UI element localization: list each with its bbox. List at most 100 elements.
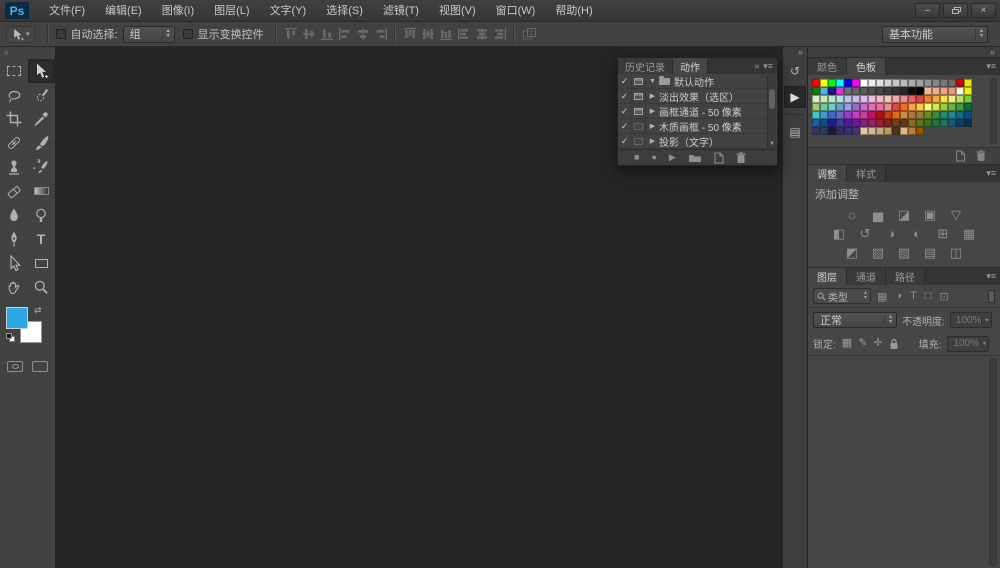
- swatch[interactable]: [828, 95, 836, 103]
- auto-select-dropdown[interactable]: 组 ▴▾: [123, 26, 175, 43]
- align-vertical-centers-icon[interactable]: [302, 27, 316, 41]
- align-horizontal-centers-icon[interactable]: [356, 27, 370, 41]
- swatch[interactable]: [844, 95, 852, 103]
- swatch[interactable]: [940, 79, 948, 87]
- menu-item-3[interactable]: 图层(L): [204, 0, 259, 22]
- swatch[interactable]: [836, 79, 844, 87]
- swatch[interactable]: [828, 103, 836, 111]
- hue-saturation-icon[interactable]: ◧: [829, 226, 849, 242]
- swatch[interactable]: [956, 119, 964, 127]
- action-dialog-toggle[interactable]: [632, 74, 646, 88]
- swatch[interactable]: [860, 127, 868, 135]
- strip-expand-toggle[interactable]: »: [798, 47, 807, 58]
- zoom-tool[interactable]: [28, 275, 55, 299]
- swatch[interactable]: [956, 111, 964, 119]
- history-panel-icon[interactable]: ↺: [784, 60, 806, 82]
- filter-pixel-layers-icon[interactable]: ▦: [877, 290, 887, 303]
- swatch[interactable]: [924, 103, 932, 111]
- swatch[interactable]: [868, 119, 876, 127]
- layer-filter-type-dropdown[interactable]: 类型 ▴▾: [813, 288, 871, 304]
- swatch[interactable]: [844, 119, 852, 127]
- swatch[interactable]: [940, 111, 948, 119]
- spot-healing-brush-tool[interactable]: [1, 131, 28, 155]
- swatch[interactable]: [876, 111, 884, 119]
- dodge-tool[interactable]: [28, 203, 55, 227]
- swatch[interactable]: [844, 127, 852, 135]
- color-lookup-icon[interactable]: ▦: [959, 226, 979, 242]
- swatch[interactable]: [916, 111, 924, 119]
- swatch[interactable]: [892, 79, 900, 87]
- crop-tool[interactable]: [1, 107, 28, 131]
- scroll-down-icon[interactable]: ▼: [768, 141, 776, 147]
- swatch[interactable]: [852, 103, 860, 111]
- fill-field[interactable]: 100% ▾: [947, 336, 989, 352]
- layer-filter-toggle[interactable]: [988, 290, 995, 303]
- properties-panel-icon[interactable]: ▤: [784, 121, 806, 143]
- move-tool[interactable]: [28, 59, 55, 83]
- swatch[interactable]: [860, 95, 868, 103]
- swatch[interactable]: [820, 119, 828, 127]
- distribute-top-edges-icon[interactable]: [403, 27, 417, 41]
- rectangular-marquee-tool[interactable]: [1, 59, 28, 83]
- clone-stamp-tool[interactable]: [1, 155, 28, 179]
- blur-tool[interactable]: [1, 203, 28, 227]
- swatch[interactable]: [812, 127, 820, 135]
- swatch[interactable]: [844, 79, 852, 87]
- tab-layers[interactable]: 图层: [808, 268, 847, 285]
- swatch[interactable]: [924, 95, 932, 103]
- tab-paths[interactable]: 路径: [886, 268, 925, 285]
- swatch[interactable]: [820, 87, 828, 95]
- swatch[interactable]: [868, 79, 876, 87]
- swatch[interactable]: [852, 111, 860, 119]
- swatch[interactable]: [876, 103, 884, 111]
- action-toggle-check[interactable]: ✓: [618, 89, 632, 103]
- swatch[interactable]: [860, 119, 868, 127]
- swatch[interactable]: [964, 79, 972, 87]
- delete-swatch-icon[interactable]: [976, 150, 986, 162]
- swatch[interactable]: [876, 95, 884, 103]
- swatch[interactable]: [908, 111, 916, 119]
- swap-colors-icon[interactable]: ⇄: [34, 305, 42, 316]
- filter-adjustment-layers-icon[interactable]: ◑: [895, 290, 902, 303]
- distribute-bottom-edges-icon[interactable]: [439, 27, 453, 41]
- swatch[interactable]: [932, 103, 940, 111]
- swatch[interactable]: [828, 127, 836, 135]
- distribute-right-edges-icon[interactable]: [493, 27, 507, 41]
- photo-filter-icon[interactable]: ◐: [907, 226, 927, 242]
- tab-adjustments[interactable]: 调整: [808, 165, 847, 182]
- align-top-edges-icon[interactable]: [284, 27, 298, 41]
- action-row[interactable]: ✓▼默认动作: [618, 74, 777, 89]
- align-left-edges-icon[interactable]: [338, 27, 352, 41]
- swatch[interactable]: [940, 87, 948, 95]
- panel-menu-icon[interactable]: ▾≡: [986, 61, 996, 72]
- restore-button[interactable]: [943, 3, 968, 18]
- swatch[interactable]: [868, 103, 876, 111]
- swatch[interactable]: [812, 87, 820, 95]
- horizontal-type-tool[interactable]: T: [28, 227, 55, 251]
- lock-transparent-pixels-icon[interactable]: ▦: [842, 338, 852, 349]
- new-swatch-icon[interactable]: [955, 150, 966, 162]
- tab-color[interactable]: 颜色: [808, 58, 847, 75]
- swatch[interactable]: [892, 111, 900, 119]
- quick-selection-tool[interactable]: [28, 83, 55, 107]
- selective-color-icon[interactable]: ▤: [920, 245, 940, 261]
- action-row[interactable]: ✓▶投影（文字）: [618, 134, 777, 149]
- swatch[interactable]: [812, 103, 820, 111]
- swatch[interactable]: [932, 79, 940, 87]
- gradient-tool[interactable]: [28, 179, 55, 203]
- brightness-contrast-icon[interactable]: ☼: [842, 207, 862, 223]
- swatch[interactable]: [964, 111, 972, 119]
- swatch[interactable]: [828, 111, 836, 119]
- swatch[interactable]: [924, 119, 932, 127]
- distribute-horizontal-centers-icon[interactable]: [475, 27, 489, 41]
- action-row[interactable]: ✓▶木质画框 - 50 像素: [618, 119, 777, 134]
- swatch[interactable]: [964, 119, 972, 127]
- swatch[interactable]: [916, 79, 924, 87]
- layers-content[interactable]: [808, 356, 1000, 568]
- action-toggle-check[interactable]: ✓: [618, 134, 632, 148]
- action-toggle-check[interactable]: ✓: [618, 119, 632, 133]
- swatch[interactable]: [940, 95, 948, 103]
- swatch[interactable]: [948, 103, 956, 111]
- swatch[interactable]: [884, 87, 892, 95]
- stop-button[interactable]: ■: [634, 153, 639, 162]
